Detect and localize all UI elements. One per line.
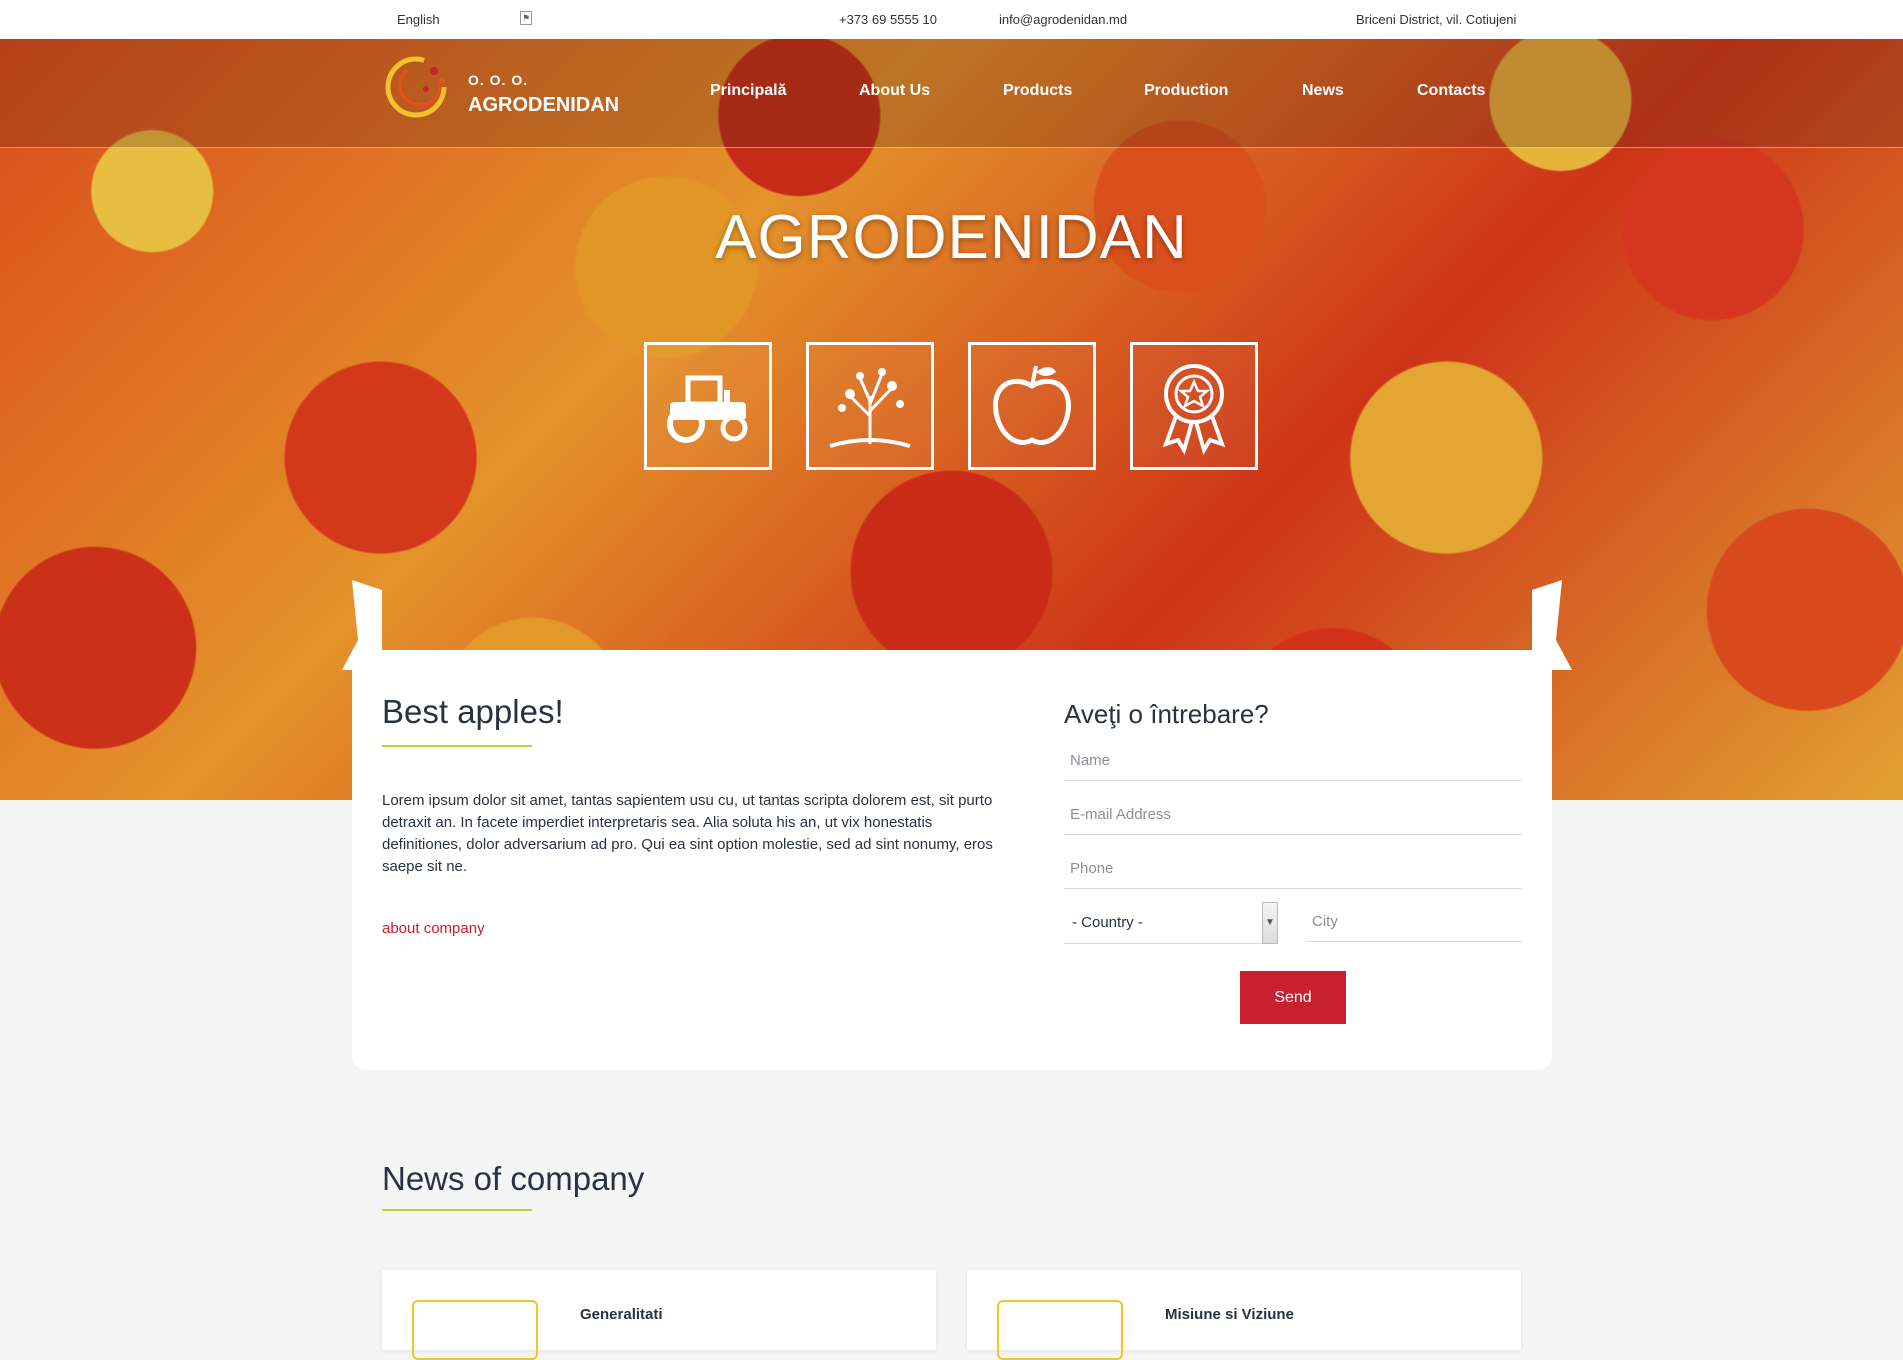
top-bar: English ⚑ +373 69 5555 10 info@agrodenid… [0,0,1903,39]
flag-icon[interactable]: ⚑ [520,11,532,25]
nav-contacts[interactable]: Contacts [1417,82,1485,100]
news-title-underline [382,1209,532,1211]
logo-name[interactable]: AGRODENIDAN [468,94,619,117]
nav-principala[interactable]: Principală [710,82,786,100]
nav-about-us[interactable]: About Us [859,82,930,100]
email-link[interactable]: info@agrodenidan.md [999,12,1127,27]
about-text: Lorem ipsum dolor sit amet, tantas sapie… [382,792,993,875]
apple-icon[interactable] [968,342,1096,470]
country-select[interactable]: - Country - ▼ [1064,902,1278,944]
news-thumbnail[interactable] [412,1300,538,1360]
phone-field[interactable] [1064,849,1522,889]
news-card-title[interactable]: Misiune si Viziune [1165,1306,1294,1323]
address-text: Briceni District, vil. Cotiujeni [1356,12,1517,27]
chevron-down-icon[interactable]: ▼ [1262,902,1278,944]
news-card-title[interactable]: Generalitati [580,1306,663,1323]
tractor-icon[interactable] [644,342,772,470]
award-icon[interactable] [1130,342,1258,470]
main-navbar: O. O. O. AGRODENIDAN Principală About Us… [0,39,1903,148]
phone-number[interactable]: +373 69 5555 10 [839,12,937,27]
nav-production[interactable]: Production [1144,82,1228,100]
news-card[interactable]: Misiune si Viziune [967,1270,1521,1360]
about-company-link[interactable]: about company [382,920,485,937]
nav-products[interactable]: Products [1003,82,1072,100]
hero-title: AGRODENIDAN [715,203,1188,272]
nav-news[interactable]: News [1302,82,1344,100]
email-field[interactable] [1064,795,1522,835]
name-field[interactable] [1064,741,1522,781]
news-card[interactable]: Generalitati [382,1270,936,1360]
form-title: Aveţi o întrebare? [1064,699,1269,729]
tree-icon[interactable] [806,342,934,470]
logo-prefix: O. O. O. [468,72,529,88]
about-title: Best apples! [382,693,564,730]
city-field[interactable] [1306,902,1522,942]
language-selector[interactable]: English [397,12,440,27]
send-button[interactable]: Send [1240,971,1346,1024]
logo-icon[interactable] [382,53,450,121]
news-section-title: News of company [382,1160,645,1197]
about-title-underline [382,745,532,747]
news-thumbnail[interactable] [997,1300,1123,1360]
country-select-value: - Country - [1072,914,1143,931]
